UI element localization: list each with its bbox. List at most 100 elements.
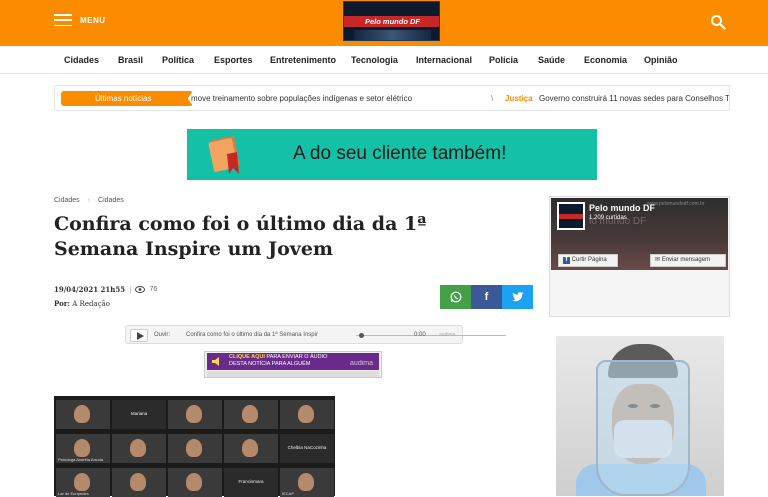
video-call-image[interactable]: Mariana Psicóloga Andréia Arruda Chelbia N…	[54, 396, 335, 497]
facebook-icon: f	[563, 257, 570, 264]
participant-face	[130, 473, 146, 491]
audio-ad-highlight: CLIQUE AQUI	[229, 354, 265, 360]
participant-face	[242, 405, 258, 423]
facebook-page-widget: www.pelomundodf.com.br lo mundo DF Pelo …	[549, 196, 730, 317]
player-progress[interactable]	[356, 335, 506, 336]
facebook-avatar[interactable]	[557, 202, 585, 230]
search-icon[interactable]	[710, 14, 726, 30]
eye-icon	[135, 286, 146, 293]
share-whatsapp-button[interactable]	[440, 285, 471, 309]
author-label: Por:	[54, 299, 71, 308]
play-icon[interactable]	[130, 329, 148, 342]
facebook-message-button[interactable]: ✉ Enviar mensagem	[650, 254, 726, 267]
nav-item-politica[interactable]: Política	[162, 55, 194, 65]
player-title: Confira como foi o último dia da 1ª Sema…	[186, 332, 318, 338]
breadcrumb-item[interactable]: Cidades	[54, 197, 80, 204]
video-participant-tile	[280, 400, 334, 429]
sidebar-ad-image[interactable]	[556, 336, 724, 496]
nav-item-cidades[interactable]: Cidades	[64, 55, 99, 65]
nav-item-esportes[interactable]: Esportes	[214, 55, 253, 65]
participant-face	[242, 439, 258, 457]
participant-label: Psicóloga Andréia Arruda	[58, 457, 103, 462]
facebook-like-label: Curtir Página	[571, 257, 607, 263]
audio-share-ad[interactable]: CLIQUE AQUI PARA ENVIAR O ÁUDIO DESTA NO…	[204, 351, 382, 378]
breadcrumb: Cidades › Cidades	[54, 197, 124, 204]
facebook-message-label: Enviar mensagem	[661, 257, 711, 263]
article-meta: 19/04/2021 21h55 | 76	[54, 285, 157, 294]
participant-face	[298, 473, 314, 491]
nav-item-tecnologia[interactable]: Tecnologia	[351, 55, 398, 65]
participant-face	[130, 439, 146, 457]
participant-face	[186, 405, 202, 423]
nav-item-internacional[interactable]: Internacional	[416, 55, 472, 65]
banner-text: A do seu cliente também!	[293, 143, 507, 164]
participant-name: Mariana	[130, 411, 148, 416]
nav-item-saude[interactable]: Saúde	[538, 55, 565, 65]
video-participant-tile: Francismara	[224, 468, 278, 497]
logo-text: Pelo mundo DF	[365, 17, 420, 26]
player-seek-handle[interactable]	[359, 333, 364, 338]
nav-item-opiniao[interactable]: Opinião	[644, 55, 678, 65]
video-participant-tile: Psicóloga Andréia Arruda	[56, 434, 110, 463]
participant-label: IECAP	[282, 491, 295, 496]
ad-banner[interactable]: A do seu cliente também!	[187, 129, 597, 180]
facebook-like-count: 1.209 curtidas	[589, 215, 627, 221]
video-participant-tile	[56, 400, 110, 429]
site-logo[interactable]: Pelo mundo DF	[343, 1, 440, 41]
participant-name: Chelbia NaCozinha	[287, 445, 327, 450]
news-ticker: Últimas notícias move treinamento sobre …	[54, 85, 730, 111]
ticker-headline[interactable]: move treinamento sobre populações indíge…	[191, 94, 412, 103]
chevron-right-icon: ›	[87, 197, 91, 204]
nav-item-economia[interactable]: Economia	[584, 55, 627, 65]
twitter-icon	[511, 292, 523, 302]
nav-item-entretenimento[interactable]: Entretenimento	[270, 55, 336, 65]
video-participant-tile	[112, 468, 166, 497]
audio-player: Ouvir: Confira como foi o último dia da …	[125, 325, 506, 344]
participant-face	[298, 405, 314, 423]
nav-item-brasil[interactable]: Brasil	[118, 55, 143, 65]
ticker-category[interactable]: Justiça	[505, 94, 533, 103]
video-participant-tile	[112, 434, 166, 463]
article-title: Confira como foi o último dia da 1ª Sema…	[54, 213, 427, 260]
participant-face	[74, 439, 90, 457]
video-participant-tile	[168, 400, 222, 429]
speaker-icon	[212, 357, 219, 366]
player-time: 0:00	[414, 332, 426, 338]
author-name[interactable]: A Redação	[72, 300, 110, 308]
share-facebook-button[interactable]: f	[471, 285, 502, 309]
menu-label: MENU	[80, 15, 106, 25]
article-author: Por: A Redação	[54, 299, 110, 308]
facebook-like-button[interactable]: f Curtir Página	[558, 254, 618, 267]
messenger-icon: ✉	[655, 257, 661, 263]
facebook-url: www.pelomundodf.com.br	[647, 201, 705, 207]
audio-ad-scrollbar[interactable]	[207, 371, 379, 377]
view-count: 76	[149, 286, 158, 293]
share-twitter-button[interactable]	[502, 285, 533, 309]
video-participant-tile: Lar de Eurípedes	[56, 468, 110, 497]
video-participant-tile	[224, 400, 278, 429]
ticker-headline-2[interactable]: Governo construirá 11 novas sedes para C…	[539, 94, 729, 103]
participant-label: Lar de Eurípedes	[58, 491, 89, 496]
menu-button[interactable]: MENU	[54, 14, 106, 26]
top-bar: MENU Pelo mundo DF	[0, 0, 768, 46]
facebook-page-name[interactable]: Pelo mundo DF	[589, 203, 655, 213]
breadcrumb-item[interactable]: Cidades	[98, 197, 124, 204]
nav-item-policia[interactable]: Polícia	[489, 55, 518, 65]
player-brand: audima	[439, 332, 456, 338]
video-participant-tile: IECAP	[280, 468, 334, 497]
ticker-label: Últimas notícias	[61, 91, 193, 106]
ticker-separator-1: \	[491, 94, 494, 103]
participant-face	[74, 405, 90, 423]
participant-face	[186, 439, 202, 457]
clipboard-icon	[208, 136, 240, 174]
video-participant-tile	[168, 434, 222, 463]
article-date: 19/04/2021 21h55	[54, 285, 126, 294]
whatsapp-icon	[450, 291, 461, 303]
hamburger-icon	[54, 14, 72, 26]
facebook-cover[interactable]: www.pelomundodf.com.br lo mundo DF Pelo …	[551, 198, 728, 270]
video-participant-tile: Mariana	[112, 400, 166, 429]
player-label: Ouvir:	[154, 332, 171, 338]
video-participant-tile: Chelbia NaCozinha	[280, 434, 334, 463]
participant-face	[74, 473, 90, 491]
video-participant-tile	[224, 434, 278, 463]
